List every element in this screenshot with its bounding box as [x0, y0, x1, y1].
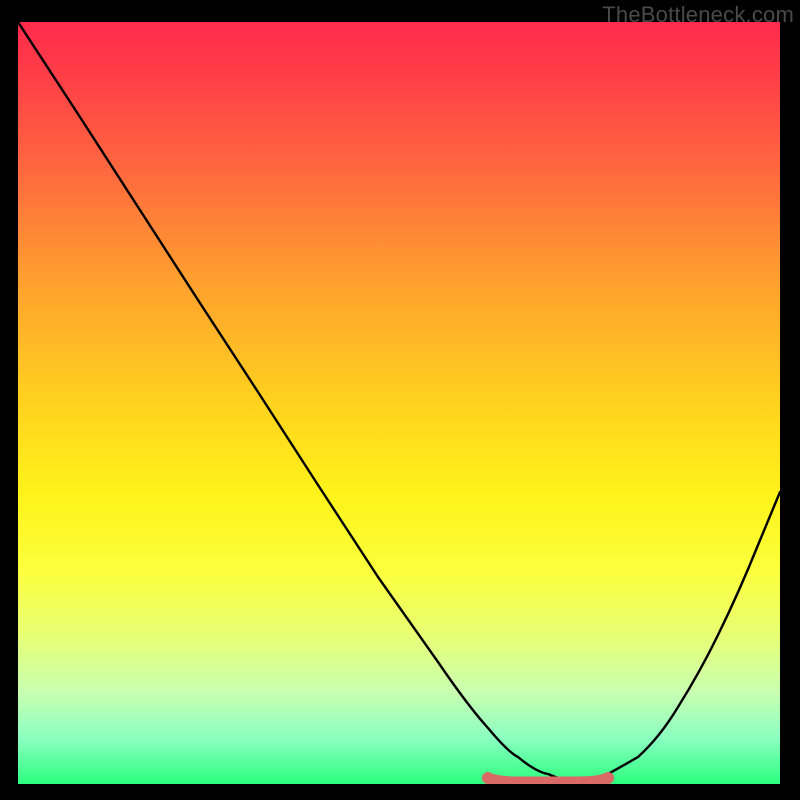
marker-dot-left — [482, 772, 494, 784]
chart-frame — [18, 22, 780, 784]
optimal-region-marker — [488, 778, 608, 782]
bottleneck-curve — [18, 22, 780, 781]
chart-svg — [18, 22, 780, 784]
watermark-text: TheBottleneck.com — [602, 2, 794, 28]
marker-dot-right — [602, 772, 614, 784]
